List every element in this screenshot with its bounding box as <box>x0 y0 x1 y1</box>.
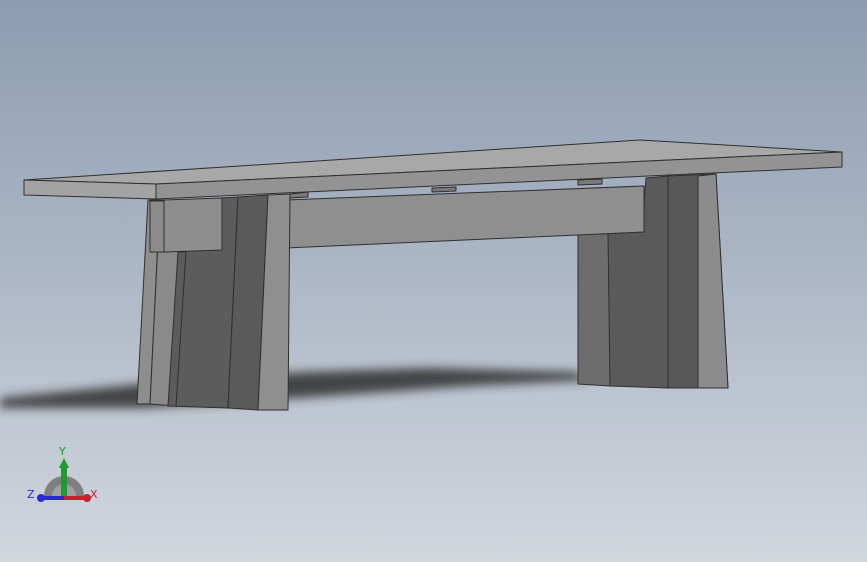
bench-model[interactable] <box>0 0 867 562</box>
graphics-viewport[interactable]: Y X Z <box>0 0 867 562</box>
ground-shadow <box>0 368 590 408</box>
x-axis-label: X <box>90 488 98 501</box>
y-axis-label: Y <box>58 445 66 458</box>
z-axis-label: Z <box>27 488 35 501</box>
axis-triad-icon: Y X Z <box>27 445 98 502</box>
cleat-block[interactable] <box>149 197 223 253</box>
